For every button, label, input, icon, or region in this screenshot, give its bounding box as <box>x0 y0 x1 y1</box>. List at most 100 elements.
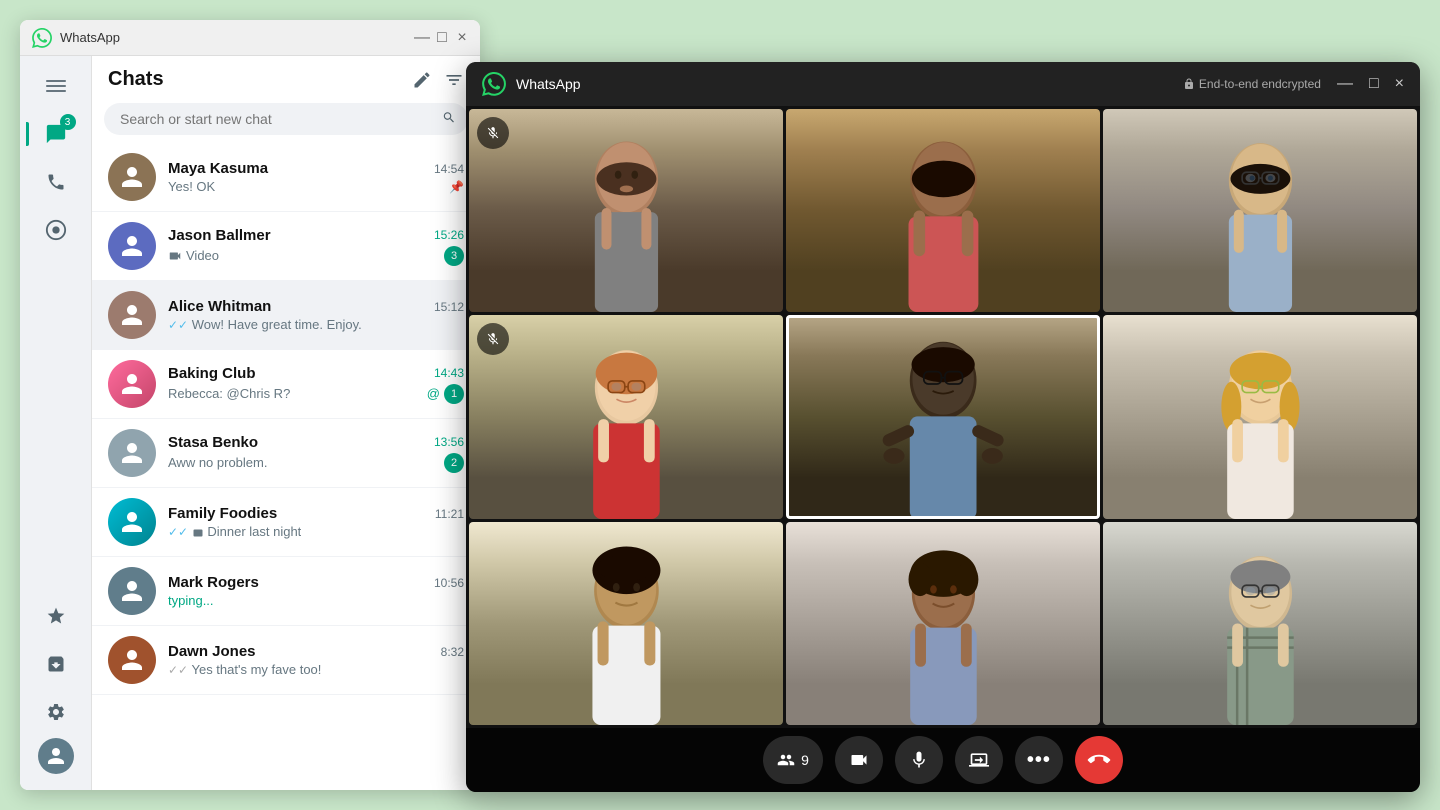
mute-toggle-btn[interactable] <box>895 736 943 784</box>
alice-info: Alice Whitman 15:12 ✓✓ Wow! Have great t… <box>168 298 464 332</box>
baking-time: 14:43 <box>434 366 464 380</box>
stasa-badge: 2 <box>444 453 464 473</box>
video-cell-9 <box>1103 522 1417 725</box>
maya-info: Maya Kasuma 14:54 Yes! OK 📌 <box>168 160 464 194</box>
encrypted-label: End-to-end endcrypted <box>1183 77 1321 91</box>
sidebar-profile-avatar[interactable] <box>38 738 74 774</box>
dawn-time: 8:32 <box>441 645 464 659</box>
chat-panel-header: Chats <box>92 56 480 99</box>
video-cell-3 <box>1103 109 1417 312</box>
more-options-btn[interactable]: ••• <box>1015 736 1063 784</box>
video-title-bar: WhatsApp End-to-end endcrypted — □ × <box>466 62 1420 106</box>
baking-preview: Rebecca: @Chris R? <box>168 386 290 401</box>
video-cell-2 <box>786 109 1100 312</box>
video-cell-7 <box>469 522 783 725</box>
video-minimize-btn[interactable]: — <box>1337 75 1353 93</box>
participant-count: 9 <box>801 752 809 768</box>
stasa-preview: Aww no problem. <box>168 455 267 470</box>
jason-time: 15:26 <box>434 228 464 242</box>
video-close-btn[interactable]: × <box>1395 75 1404 93</box>
stasa-info: Stasa Benko 13:56 Aww no problem. 2 <box>168 434 464 473</box>
mark-info: Mark Rogers 10:56 typing... <box>168 574 464 608</box>
end-call-btn[interactable] <box>1075 736 1123 784</box>
video-call-window: WhatsApp End-to-end endcrypted — □ × <box>466 62 1420 792</box>
video-cell-5 <box>786 315 1100 518</box>
chat-item-jason[interactable]: Jason Ballmer 15:26 Video 3 <box>92 212 480 281</box>
family-time: 11:21 <box>435 507 464 521</box>
chat-item-baking[interactable]: Baking Club 14:43 Rebecca: @Chris R? @ 1 <box>92 350 480 419</box>
mark-avatar <box>108 567 156 615</box>
maya-pin-icon: 📌 <box>449 180 464 194</box>
video-cell-6 <box>1103 315 1417 518</box>
alice-name: Alice Whitman <box>168 298 271 315</box>
stasa-time: 13:56 <box>434 435 464 449</box>
dawn-avatar <box>108 636 156 684</box>
chat-item-stasa[interactable]: Stasa Benko 13:56 Aww no problem. 2 <box>92 419 480 488</box>
participants-btn[interactable]: 9 <box>763 736 823 784</box>
sidebar-menu-icon[interactable] <box>34 64 78 108</box>
family-avatar <box>108 498 156 546</box>
new-chat-btn[interactable] <box>412 70 432 90</box>
family-preview: ✓✓ Dinner last night <box>168 524 301 539</box>
video-toggle-btn[interactable] <box>835 736 883 784</box>
mark-time: 10:56 <box>434 576 464 590</box>
chats-badge: 3 <box>60 114 76 130</box>
dawn-preview: ✓✓ Yes that's my fave too! <box>168 662 321 677</box>
video-tb-controls: — □ × <box>1337 75 1404 93</box>
sidebar-starred-icon[interactable] <box>34 594 78 638</box>
alice-preview: ✓✓ Wow! Have great time. Enjoy. <box>168 317 362 332</box>
chat-item-dawn[interactable]: Dawn Jones 8:32 ✓✓ Yes that's my fave to… <box>92 626 480 695</box>
alice-avatar <box>108 291 156 339</box>
chat-item-family[interactable]: Family Foodies 11:21 ✓✓ Dinner last nigh… <box>92 488 480 557</box>
stasa-avatar <box>108 429 156 477</box>
video-grid <box>466 106 1420 728</box>
jason-avatar <box>108 222 156 270</box>
main-window: WhatsApp — □ × 3 <box>20 20 480 790</box>
video-cell-8 <box>786 522 1100 725</box>
jason-info: Jason Ballmer 15:26 Video 3 <box>168 227 464 266</box>
sidebar-calls-icon[interactable] <box>34 160 78 204</box>
mention-icon: @ <box>427 386 440 401</box>
mark-preview: typing... <box>168 593 214 608</box>
baking-badge: 1 <box>444 384 464 404</box>
chat-item-alice[interactable]: Alice Whitman 15:12 ✓✓ Wow! Have great t… <box>92 281 480 350</box>
chats-title: Chats <box>108 68 164 91</box>
chat-item-maya[interactable]: Maya Kasuma 14:54 Yes! OK 📌 <box>92 143 480 212</box>
alice-time: 15:12 <box>434 300 464 314</box>
chat-panel: Chats <box>92 56 480 790</box>
sidebar-status-icon[interactable] <box>34 208 78 252</box>
maya-preview: Yes! OK <box>168 179 215 194</box>
search-bar <box>104 103 468 135</box>
video-cell-1 <box>469 109 783 312</box>
jason-name: Jason Ballmer <box>168 227 271 244</box>
sidebar-settings-icon[interactable] <box>34 690 78 734</box>
main-title-bar: WhatsApp — □ × <box>20 20 480 56</box>
chat-item-mark[interactable]: Mark Rogers 10:56 typing... <box>92 557 480 626</box>
family-name: Family Foodies <box>168 505 277 522</box>
baking-avatar <box>108 360 156 408</box>
mark-name: Mark Rogers <box>168 574 259 591</box>
video-maximize-btn[interactable]: □ <box>1369 75 1379 93</box>
video-cell-4 <box>469 315 783 518</box>
encrypted-text: End-to-end endcrypted <box>1199 77 1321 91</box>
main-maximize-btn[interactable]: □ <box>436 32 448 44</box>
main-window-controls: — □ × <box>416 32 468 44</box>
screen-share-btn[interactable] <box>955 736 1003 784</box>
filter-btn[interactable] <box>444 70 464 90</box>
video-app-title: WhatsApp <box>516 76 1183 92</box>
maya-time: 14:54 <box>434 162 464 176</box>
search-icon <box>442 111 456 128</box>
sidebar-chats-icon[interactable]: 3 <box>34 112 78 156</box>
search-input[interactable] <box>104 103 468 135</box>
maya-avatar <box>108 153 156 201</box>
dawn-name: Dawn Jones <box>168 643 256 660</box>
sidebar-bottom <box>34 594 78 782</box>
main-minimize-btn[interactable]: — <box>416 32 428 44</box>
main-close-btn[interactable]: × <box>456 32 468 44</box>
jason-msg: Video <box>186 248 219 263</box>
dawn-info: Dawn Jones 8:32 ✓✓ Yes that's my fave to… <box>168 643 464 677</box>
sidebar-archived-icon[interactable] <box>34 642 78 686</box>
baking-name: Baking Club <box>168 365 256 382</box>
main-window-title: WhatsApp <box>60 30 416 45</box>
jason-badge: 3 <box>444 246 464 266</box>
